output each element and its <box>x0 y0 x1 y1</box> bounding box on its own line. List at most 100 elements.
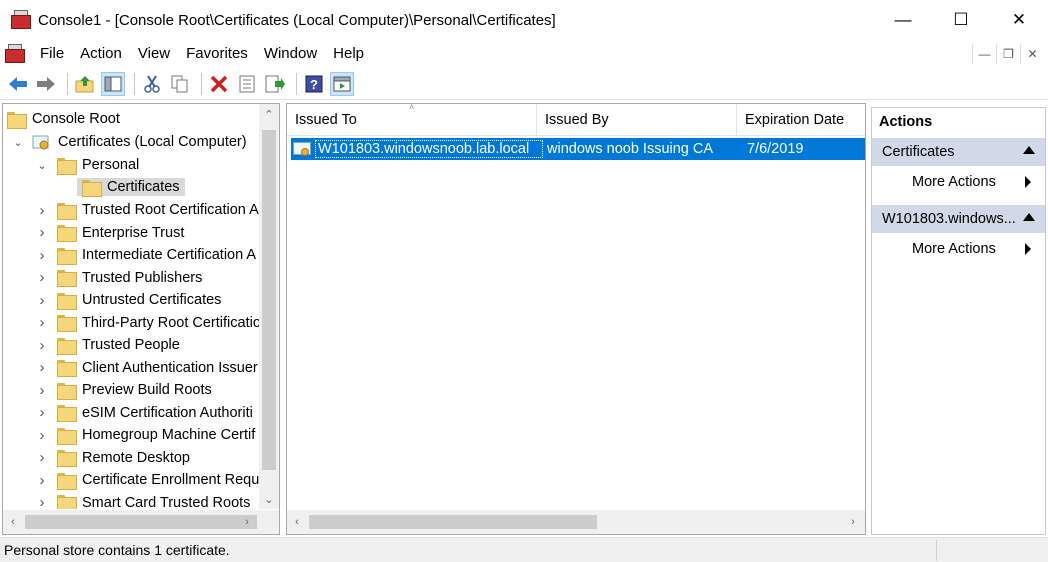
mmc-app-icon[interactable] <box>10 10 32 30</box>
tree-item-personal[interactable]: ⌄ Personal <box>35 154 139 176</box>
tree-item-console-root[interactable]: Console Root <box>7 108 120 130</box>
show-hide-tree-icon[interactable] <box>101 71 125 96</box>
table-row[interactable]: W101803.windowsnoob.lab.local windows no… <box>291 138 865 160</box>
scroll-right-icon[interactable]: › <box>843 512 863 532</box>
chevron-right-icon[interactable]: › <box>35 404 49 421</box>
help-icon[interactable]: ? <box>302 72 326 96</box>
tree-item-label: eSIM Certification Authoriti <box>82 404 253 421</box>
chevron-right-icon[interactable]: › <box>35 472 49 489</box>
tree-item[interactable]: › Certificate Enrollment Requ <box>35 469 259 491</box>
window-title: Console1 - [Console Root\Certificates (L… <box>38 11 556 29</box>
scroll-up-icon[interactable]: ⌃ <box>259 104 279 124</box>
show-hide-action-pane-icon[interactable] <box>330 71 354 96</box>
tree-item[interactable]: › Enterprise Trust <box>35 222 184 244</box>
forward-arrow-icon[interactable] <box>34 72 58 96</box>
chevron-right-icon[interactable]: › <box>35 269 49 286</box>
folder-icon <box>57 247 77 265</box>
cut-icon[interactable] <box>140 72 164 96</box>
action-more-actions-certificates[interactable]: More Actions <box>872 168 1045 196</box>
collapse-triangle-icon[interactable] <box>1023 213 1035 221</box>
submenu-arrow-icon <box>1025 176 1031 188</box>
tree-item[interactable]: › Homegroup Machine Certif <box>35 424 255 446</box>
tree-item[interactable]: › eSIM Certification Authoriti <box>35 402 253 424</box>
tree-item-label: Remote Desktop <box>82 449 190 466</box>
delete-icon[interactable] <box>207 72 231 96</box>
menu-favorites[interactable]: Favorites <box>178 40 256 68</box>
tree-scroll-thumb[interactable] <box>262 130 276 470</box>
console-tree-pane: Console Root ⌄ Certificates (Local Compu… <box>2 103 280 535</box>
properties-icon[interactable] <box>235 72 259 96</box>
folder-icon <box>7 111 27 129</box>
chevron-right-icon[interactable]: › <box>35 224 49 241</box>
tree-item[interactable]: › Preview Build Roots <box>35 379 212 401</box>
action-group-certificates[interactable]: Certificates <box>872 138 1045 166</box>
chevron-right-icon[interactable]: › <box>35 382 49 399</box>
back-arrow-icon[interactable] <box>6 72 30 96</box>
export-list-icon[interactable] <box>263 72 287 96</box>
copy-icon[interactable] <box>168 72 192 96</box>
tree-item-label: Trusted People <box>82 337 180 353</box>
menu-file[interactable]: File <box>32 40 72 68</box>
child-minimize-icon[interactable]: — <box>972 44 996 64</box>
collapse-triangle-icon[interactable] <box>1023 146 1035 154</box>
chevron-down-icon[interactable]: ⌄ <box>11 136 25 149</box>
menu-window[interactable]: Window <box>256 40 325 68</box>
maximize-button[interactable]: ☐ <box>932 0 990 40</box>
close-button[interactable]: ✕ <box>990 0 1048 40</box>
column-expiration-date[interactable]: Expiration Date <box>737 104 865 136</box>
tree-item[interactable]: › Smart Card Trusted Roots <box>35 492 250 509</box>
tree-hscroll-thumb[interactable] <box>25 515 257 529</box>
tree-item[interactable]: › Trusted Root Certification A <box>35 199 259 221</box>
folder-icon <box>57 427 77 445</box>
tree-item[interactable]: › Remote Desktop <box>35 447 190 469</box>
chevron-right-icon[interactable]: › <box>35 359 49 376</box>
menu-action[interactable]: Action <box>72 40 130 68</box>
minimize-button[interactable]: — <box>874 0 932 40</box>
tree-item-certificates-local[interactable]: ⌄ Certificates (Local Computer) <box>11 131 246 153</box>
folder-icon <box>57 472 77 490</box>
toolbar-separator <box>201 72 202 95</box>
chevron-down-icon[interactable]: ⌄ <box>35 159 49 172</box>
chevron-right-icon[interactable]: › <box>35 247 49 264</box>
tree-item[interactable]: › Intermediate Certification A <box>35 244 256 266</box>
up-one-level-icon[interactable] <box>73 72 97 96</box>
scroll-right-icon[interactable]: › <box>237 512 257 532</box>
cell-expiration: 7/6/2019 <box>747 141 804 157</box>
status-text: Personal store contains 1 certificate. <box>4 542 230 558</box>
toolbar-separator <box>134 72 135 95</box>
scroll-left-icon[interactable]: ‹ <box>3 512 23 532</box>
tree-vertical-scrollbar[interactable]: ⌃ ⌄ <box>259 104 279 509</box>
chevron-right-icon[interactable]: › <box>35 427 49 444</box>
action-more-actions-cert[interactable]: More Actions <box>872 235 1045 263</box>
scroll-down-icon[interactable]: ⌄ <box>259 489 279 509</box>
chevron-right-icon[interactable]: › <box>35 314 49 331</box>
tree-item-personal-certificates[interactable]: Certificates <box>77 176 185 198</box>
chevron-right-icon[interactable]: › <box>35 449 49 466</box>
chevron-right-icon[interactable]: › <box>35 494 49 509</box>
child-restore-icon[interactable]: ❐ <box>996 44 1020 64</box>
chevron-right-icon[interactable]: › <box>35 202 49 219</box>
tree-item-label: Trusted Root Certification A <box>82 202 259 218</box>
folder-icon <box>57 315 77 332</box>
tree-horizontal-scrollbar[interactable]: ‹ › <box>3 510 279 534</box>
folder-icon <box>57 360 77 377</box>
console-menu-icon[interactable] <box>4 44 26 64</box>
list-hscroll-thumb[interactable] <box>309 515 597 529</box>
chevron-right-icon[interactable]: › <box>35 337 49 354</box>
column-issued-by[interactable]: Issued By <box>537 104 737 136</box>
tree-item[interactable]: › Trusted Publishers <box>35 267 202 289</box>
child-close-icon[interactable]: ✕ <box>1020 44 1044 64</box>
tree-item[interactable]: › Client Authentication Issuer <box>35 357 258 379</box>
tree-item[interactable]: › Third-Party Root Certificatio <box>35 312 259 334</box>
menu-view[interactable]: View <box>130 40 178 68</box>
tree-item[interactable]: › Untrusted Certificates <box>35 289 221 311</box>
scroll-left-icon[interactable]: ‹ <box>287 512 307 532</box>
cell-issued-by: windows noob Issuing CA <box>547 141 714 157</box>
tree-item[interactable]: › Trusted People <box>35 334 180 356</box>
tree-item-label: Preview Build Roots <box>82 382 212 398</box>
list-horizontal-scrollbar[interactable]: ‹ › <box>287 510 865 534</box>
menu-help[interactable]: Help <box>325 40 372 68</box>
chevron-right-icon[interactable]: › <box>35 292 49 309</box>
column-issued-to[interactable]: ˄ Issued To <box>287 104 537 136</box>
action-group-selected-cert[interactable]: W101803.windows... <box>872 205 1045 233</box>
